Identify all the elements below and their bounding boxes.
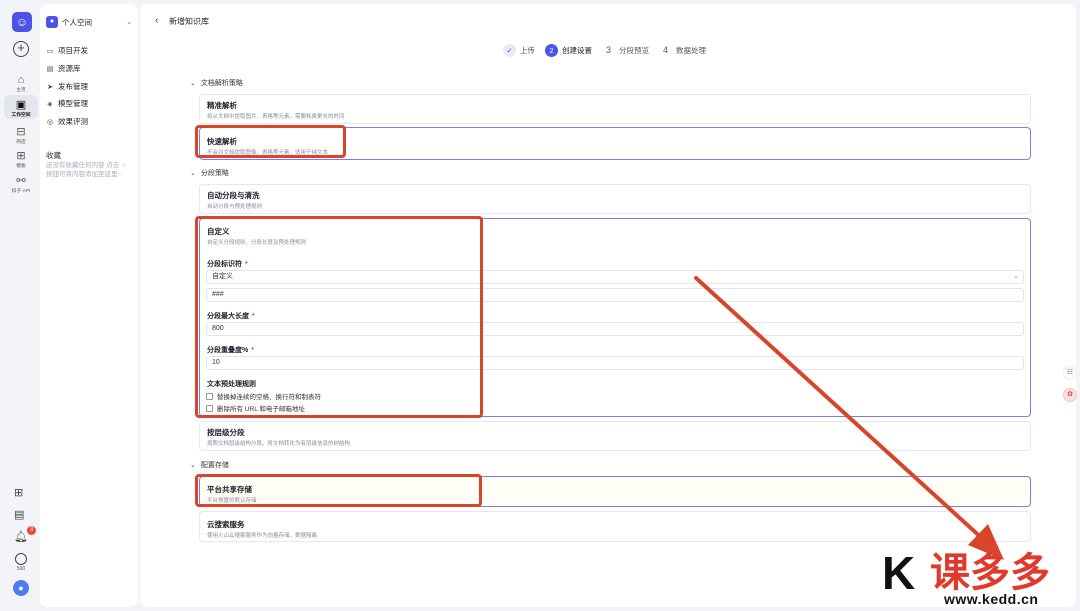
annotation-arrow <box>694 276 1004 560</box>
watermark-logo: K 课多多 www.kedd.cn <box>882 547 1050 607</box>
brand-k-icon: K <box>882 547 916 599</box>
